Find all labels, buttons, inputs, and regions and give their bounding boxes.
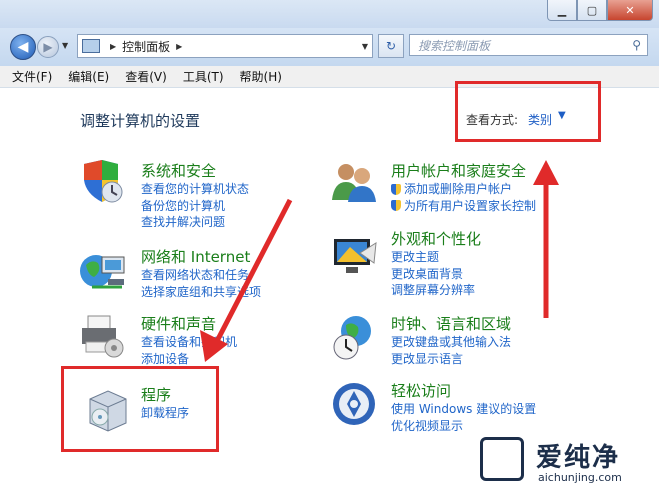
annotation-arrow-line <box>212 198 293 347</box>
watermark-text: 爱纯净 <box>536 443 621 473</box>
watermark-logo-icon <box>480 437 524 481</box>
annotation-arrowhead <box>533 160 559 185</box>
watermark-url: aichunjing.com <box>538 471 622 484</box>
annotation-arrows <box>200 160 559 362</box>
watermark: 爱纯净 aichunjing.com <box>474 431 659 491</box>
annotation-arrowhead <box>200 330 228 362</box>
